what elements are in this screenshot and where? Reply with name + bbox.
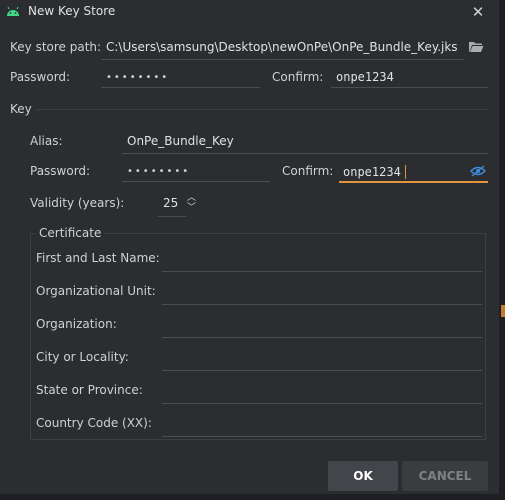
close-icon[interactable]: ✕ xyxy=(468,2,488,22)
key-section-label: Key xyxy=(10,102,32,116)
organization-underline xyxy=(162,337,482,338)
keystore-confirm-underline xyxy=(331,87,488,88)
ok-button[interactable]: OK xyxy=(328,461,398,491)
organization-label: Organization: xyxy=(36,317,117,331)
state-province-underline xyxy=(162,403,482,404)
organizational-unit-underline xyxy=(162,304,482,305)
first-last-name-label: First and Last Name: xyxy=(36,251,160,265)
keystore-confirm-input[interactable]: onpe1234 xyxy=(336,70,394,84)
validity-input[interactable]: 25 xyxy=(163,196,178,210)
chevron-up-icon[interactable]: ︿ xyxy=(187,193,197,203)
keystore-path-input[interactable]: C:\Users\samsung\Desktop\newOnPe\OnPe_Bu… xyxy=(106,40,466,54)
keystore-password-underline xyxy=(101,87,260,88)
text-caret xyxy=(405,165,406,179)
background-window-edge xyxy=(499,0,505,500)
alias-label: Alias: xyxy=(30,134,63,148)
keystore-confirm-label: Confirm: xyxy=(272,70,324,84)
key-section-separator xyxy=(36,109,488,110)
keystore-password-input[interactable]: •••••••• xyxy=(106,72,169,83)
keystore-path-label: Key store path: xyxy=(10,40,102,54)
chevron-down-icon[interactable]: ﹀ xyxy=(187,203,197,213)
folder-open-icon[interactable] xyxy=(468,40,484,53)
key-password-underline xyxy=(122,181,270,182)
country-code-underline xyxy=(162,436,482,437)
eye-hidden-icon[interactable] xyxy=(470,165,486,177)
key-confirm-focus-underline xyxy=(339,181,488,183)
validity-spinner[interactable]: ︿ ﹀ xyxy=(187,193,197,215)
keystore-password-label: Password: xyxy=(10,70,71,84)
city-locality-label: City or Locality: xyxy=(36,350,129,364)
validity-label: Validity (years): xyxy=(30,196,125,210)
key-confirm-input[interactable]: onpe1234 xyxy=(343,165,401,179)
alias-input[interactable]: OnPe_Bundle_Key xyxy=(127,134,234,148)
window-title: New Key Store xyxy=(28,4,116,18)
android-icon xyxy=(7,6,19,16)
organizational-unit-label: Organizational Unit: xyxy=(36,284,156,298)
background-accent-mark xyxy=(501,305,505,317)
alias-underline xyxy=(122,153,488,154)
validity-underline xyxy=(158,216,186,217)
new-key-store-dialog: New Key Store ✕ Key store path: C:\Users… xyxy=(0,0,505,500)
key-password-input[interactable]: •••••••• xyxy=(127,166,190,177)
title-bar: New Key Store ✕ xyxy=(0,0,505,24)
key-confirm-label: Confirm: xyxy=(282,164,334,178)
city-locality-underline xyxy=(162,370,482,371)
cancel-button[interactable]: CANCEL xyxy=(402,461,488,491)
country-code-label: Country Code (XX): xyxy=(36,416,152,430)
background-bottom-edge xyxy=(0,494,505,500)
first-last-name-underline xyxy=(162,271,482,272)
certificate-legend: Certificate xyxy=(36,226,105,240)
key-password-label: Password: xyxy=(30,164,91,178)
state-province-label: State or Province: xyxy=(36,383,143,397)
keystore-path-underline xyxy=(101,59,464,60)
